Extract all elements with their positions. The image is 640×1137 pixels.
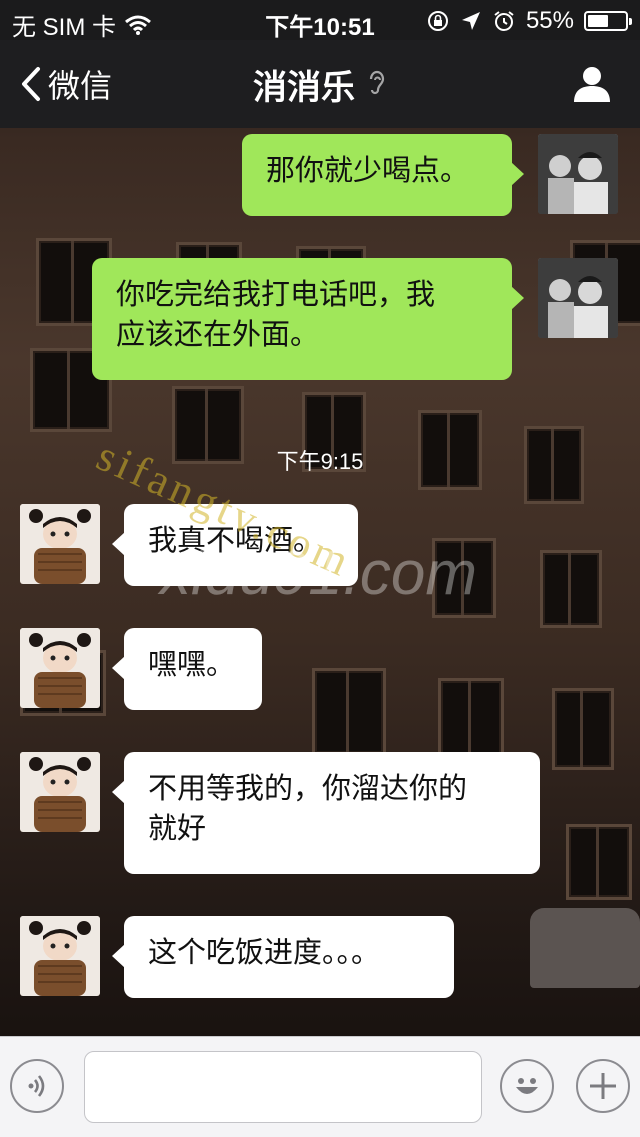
profile-button[interactable] bbox=[572, 64, 612, 108]
avatar-self[interactable] bbox=[538, 134, 618, 214]
message-text: 嘿嘿。 bbox=[148, 647, 236, 681]
battery-fill bbox=[588, 15, 608, 27]
message-bubble-received[interactable]: 嘿嘿。 bbox=[112, 628, 262, 710]
avatar-contact-image bbox=[20, 752, 100, 832]
emoji-icon bbox=[516, 1078, 538, 1094]
message-text-line: 你吃完给我打电话吧，我 bbox=[116, 277, 436, 311]
message-text-line: 就好 bbox=[148, 811, 207, 845]
ear-icon bbox=[369, 70, 385, 95]
person-icon bbox=[574, 67, 610, 102]
plus-icon bbox=[590, 1073, 616, 1099]
voice-button[interactable] bbox=[10, 1059, 64, 1113]
message-bubble-received[interactable]: 这个吃饭进度。。。 bbox=[112, 916, 454, 998]
message-text: 那你就少喝点。 bbox=[266, 153, 470, 187]
message-bubble-sent[interactable]: 你吃完给我打电话吧，我 应该还在外面。 bbox=[92, 258, 524, 380]
avatar-contact-image bbox=[20, 504, 100, 584]
alarm-icon bbox=[494, 11, 514, 31]
navigation-bar: 微信 消消乐 bbox=[0, 40, 640, 128]
avatar-contact[interactable] bbox=[20, 504, 100, 584]
status-right-group: 55% bbox=[426, 7, 632, 35]
battery-percent: 55% bbox=[525, 7, 574, 34]
message-input[interactable] bbox=[84, 1051, 482, 1123]
avatar-contact[interactable] bbox=[20, 752, 100, 832]
avatar-contact-image bbox=[20, 916, 100, 996]
avatar-self[interactable] bbox=[538, 258, 618, 338]
voice-icon bbox=[28, 1075, 45, 1097]
message-text-line: 应该还在外面。 bbox=[116, 317, 320, 351]
watermark-xidu91: xidu91.com bbox=[160, 539, 478, 608]
location-arrow-icon bbox=[461, 12, 480, 30]
status-bar: 无 SIM 卡 下午10:51 55% bbox=[0, 0, 640, 41]
plus-button[interactable] bbox=[576, 1059, 630, 1113]
avatar-self-image bbox=[538, 258, 618, 338]
avatar-contact-image bbox=[20, 628, 100, 708]
emoji-button[interactable] bbox=[500, 1059, 554, 1113]
message-text: 这个吃饭进度。。。 bbox=[148, 935, 381, 969]
message-bubble-sent[interactable]: 那你就少喝点。 bbox=[242, 134, 524, 216]
battery-icon bbox=[584, 11, 632, 31]
avatar-contact[interactable] bbox=[20, 916, 100, 996]
avatar-contact[interactable] bbox=[20, 628, 100, 708]
chat-title: 消消乐 bbox=[253, 67, 355, 108]
message-text-line: 不用等我的，你溜达你的 bbox=[148, 771, 468, 805]
input-bar bbox=[0, 1036, 640, 1137]
avatar-self-image bbox=[538, 134, 618, 214]
message-bubble-received[interactable]: 不用等我的，你溜达你的 就好 bbox=[112, 752, 540, 874]
rotation-lock-icon bbox=[427, 11, 448, 31]
chat-title-group: 消消乐 bbox=[0, 40, 640, 128]
